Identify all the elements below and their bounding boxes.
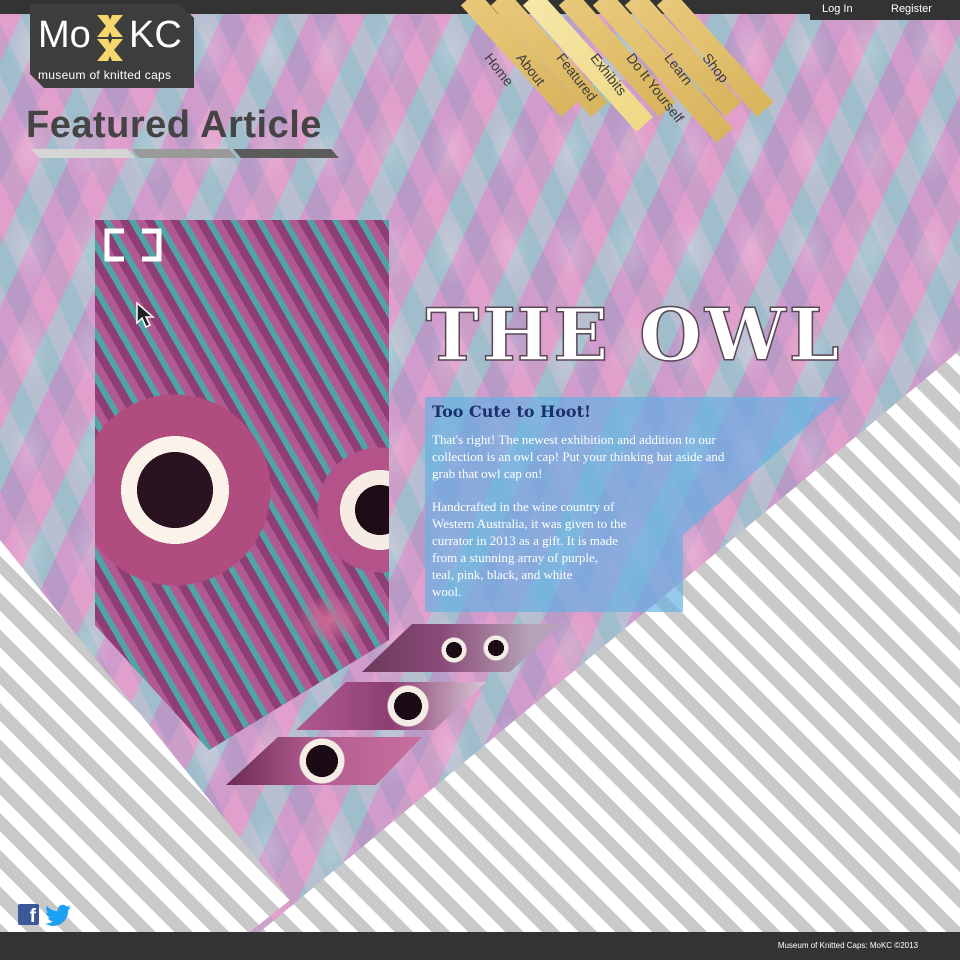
cursor-icon	[136, 301, 155, 329]
article-title: THE OWL	[425, 291, 843, 374]
article-paragraph: That's right! The newest exhibition and …	[432, 432, 725, 481]
article-line: currator in 2013 as a gift. It is made	[432, 533, 618, 548]
facebook-icon[interactable]: f	[18, 904, 39, 927]
twitter-icon[interactable]	[45, 904, 72, 926]
heading-underline	[233, 149, 339, 158]
article-subtitle: Too Cute to Hoot!	[432, 402, 591, 421]
logo[interactable]: Mo KC museum of knitted caps	[30, 4, 194, 88]
fullscreen-icon[interactable]	[104, 228, 162, 262]
heading-underline	[131, 149, 237, 158]
knit-stitch-icon	[97, 15, 123, 61]
login-link[interactable]: Log In	[822, 3, 853, 15]
logo-text-left: Mo	[38, 14, 91, 56]
page-title: Featured Article	[26, 104, 322, 146]
article-line: Western Australia, it was given to the	[432, 516, 627, 531]
logo-text-right: KC	[129, 14, 182, 56]
article-line: wool.	[432, 584, 462, 599]
register-link[interactable]: Register	[891, 3, 932, 15]
footer-copyright: Museum of Knitted Caps: MoKC ©2013	[777, 941, 918, 950]
article-line: from a stunning array of purple,	[432, 550, 599, 565]
svg-text:THE OWL: THE OWL	[426, 292, 843, 374]
heading-underline	[31, 149, 135, 158]
article-paragraph: Handcrafted in the wine country of Weste…	[432, 498, 672, 600]
article-line: Handcrafted in the wine country of	[432, 499, 615, 514]
logo-tagline: museum of knitted caps	[38, 68, 172, 82]
footer: Museum of Knitted Caps: MoKC ©2013	[0, 932, 960, 960]
article-line: teal, pink, black, and white	[432, 567, 573, 582]
